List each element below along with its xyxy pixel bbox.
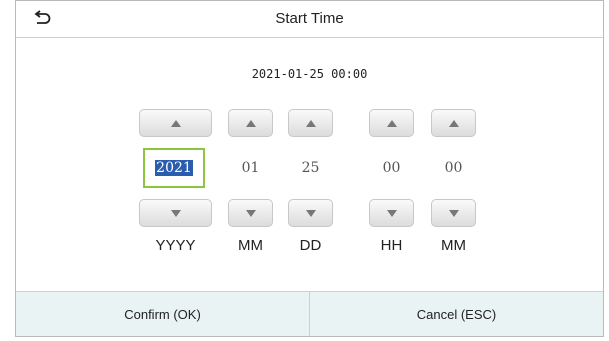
year-field[interactable]: 2021 <box>143 148 205 188</box>
confirm-button[interactable]: Confirm (OK) <box>16 292 309 336</box>
hour-decrement-button[interactable] <box>369 199 414 227</box>
up-arrow-icon <box>245 119 256 127</box>
start-time-dialog: Start Time 2021-01-25 00:00 2021 YYYY 01… <box>15 0 604 337</box>
down-arrow-icon <box>386 209 397 217</box>
footer-bar: Confirm (OK) Cancel (ESC) <box>16 291 603 336</box>
month-increment-button[interactable] <box>228 109 273 137</box>
up-arrow-icon <box>305 119 316 127</box>
month-field[interactable]: 01 <box>228 148 273 188</box>
down-arrow-icon <box>305 209 316 217</box>
day-unit-label: DD <box>299 237 322 254</box>
day-decrement-button[interactable] <box>288 199 333 227</box>
minute-decrement-button[interactable] <box>431 199 476 227</box>
day-field[interactable]: 25 <box>288 148 333 188</box>
down-arrow-icon <box>170 209 181 217</box>
down-arrow-icon <box>245 209 256 217</box>
down-arrow-icon <box>448 209 459 217</box>
cancel-button[interactable]: Cancel (ESC) <box>309 292 603 336</box>
hour-field[interactable]: 00 <box>369 148 414 188</box>
up-arrow-icon <box>448 119 459 127</box>
minute-unit-label: MM <box>441 237 466 254</box>
header-bar: Start Time <box>16 1 603 38</box>
up-arrow-icon <box>386 119 397 127</box>
minute-field[interactable]: 00 <box>431 148 476 188</box>
minute-increment-button[interactable] <box>431 109 476 137</box>
month-decrement-button[interactable] <box>228 199 273 227</box>
page-title: Start Time <box>275 10 344 27</box>
hour-unit-label: HH <box>380 237 403 254</box>
year-increment-button[interactable] <box>139 109 212 137</box>
month-unit-label: MM <box>238 237 263 254</box>
year-decrement-button[interactable] <box>139 199 212 227</box>
hour-increment-button[interactable] <box>369 109 414 137</box>
year-unit-label: YYYY <box>155 237 196 254</box>
up-arrow-icon <box>170 119 181 127</box>
day-increment-button[interactable] <box>288 109 333 137</box>
date-time-readout: 2021-01-25 00:00 <box>251 67 368 81</box>
